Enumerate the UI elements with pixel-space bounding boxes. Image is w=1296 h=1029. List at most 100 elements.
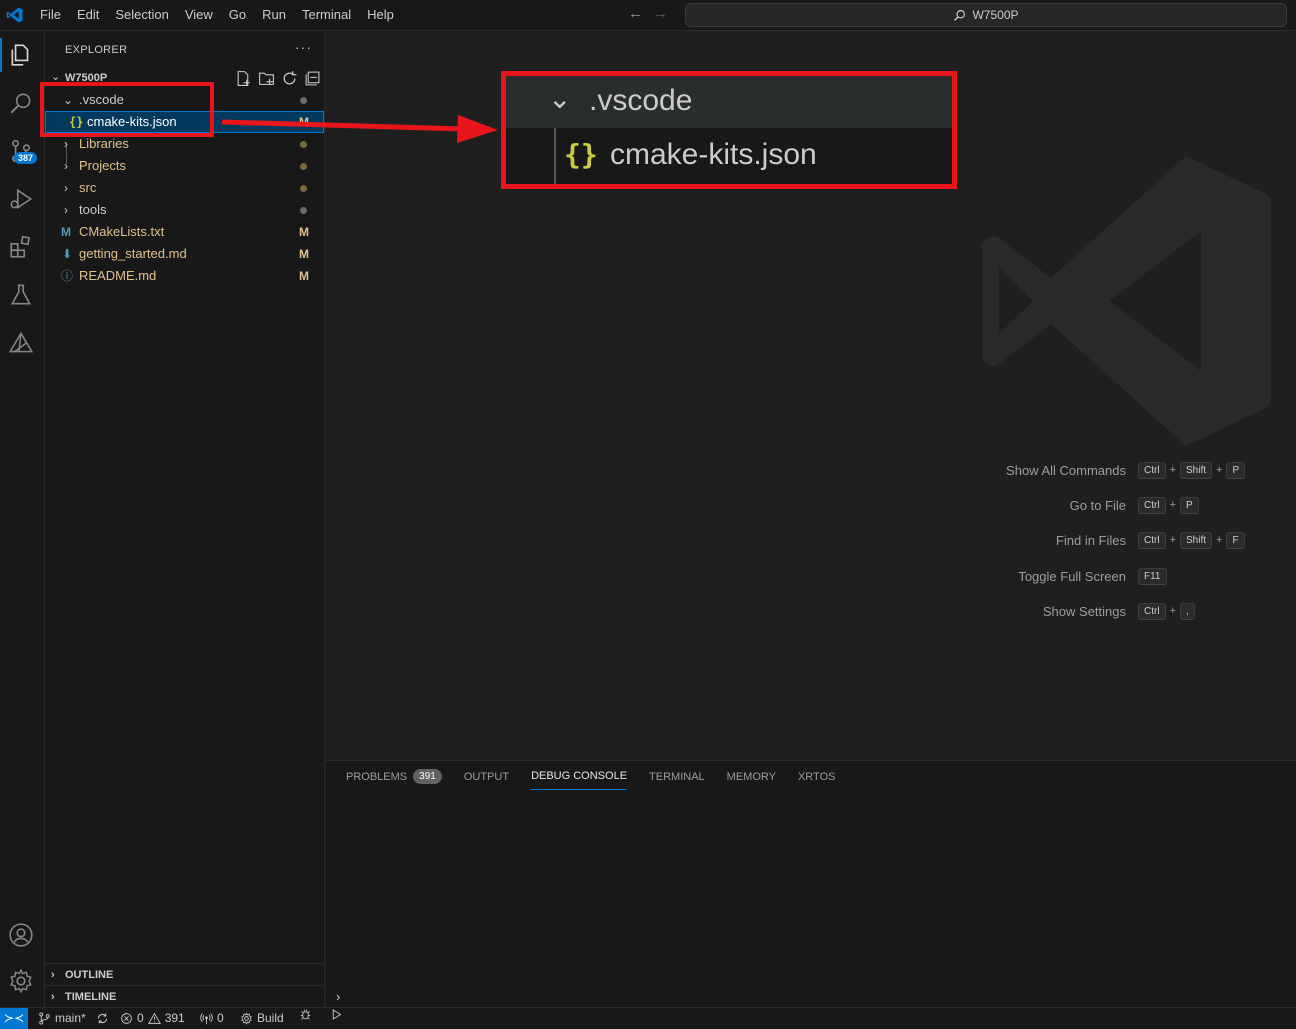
key-cap: Ctrl bbox=[1138, 461, 1166, 479]
refresh-icon[interactable] bbox=[281, 70, 298, 87]
menu-edit[interactable]: Edit bbox=[69, 0, 107, 30]
menu-run[interactable]: Run bbox=[254, 0, 294, 30]
key-cap: Shift bbox=[1180, 461, 1213, 479]
warning-icon bbox=[147, 1012, 161, 1024]
bug-icon bbox=[300, 1009, 311, 1020]
vscode-logo-icon bbox=[6, 7, 23, 23]
key-cap: Shift bbox=[1180, 531, 1213, 549]
key-cap: P bbox=[1180, 496, 1199, 514]
shortcut-label: Find in Files bbox=[1055, 532, 1126, 548]
explorer-icon[interactable] bbox=[0, 38, 36, 72]
build-label: Build bbox=[257, 1011, 284, 1025]
tree-item-label: getting_started.md bbox=[79, 246, 187, 261]
remote-indicator-icon[interactable]: ≻≺ bbox=[0, 1008, 28, 1029]
key-cap: Ctrl bbox=[1138, 496, 1166, 514]
collapse-all-icon[interactable] bbox=[304, 70, 321, 87]
command-center-text: W7500P bbox=[972, 8, 1019, 22]
ports-status[interactable]: 0 bbox=[200, 1008, 224, 1029]
shortcut-row: Toggle Full Screen F11 bbox=[886, 565, 1286, 587]
chevron-right-icon: › bbox=[64, 203, 68, 217]
new-folder-icon[interactable] bbox=[258, 70, 275, 87]
menu-help[interactable]: Help bbox=[359, 0, 402, 30]
tree-item-label: README.md bbox=[79, 268, 157, 283]
outline-section[interactable]: › OUTLINE bbox=[45, 963, 324, 986]
key-cap: P bbox=[1226, 461, 1246, 479]
problems-count-badge: 391 bbox=[413, 769, 442, 784]
forward-arrow-icon[interactable]: → bbox=[653, 5, 668, 22]
debug-console-prompt[interactable]: › bbox=[336, 989, 340, 1004]
search-icon bbox=[954, 9, 966, 21]
tree-folder-src[interactable]: › src bbox=[45, 177, 324, 199]
shortcut-row: Go to File Ctrl + P bbox=[886, 494, 1286, 516]
tab-problems[interactable]: PROBLEMS 391 bbox=[346, 769, 442, 790]
run-button[interactable] bbox=[330, 1008, 343, 1021]
explorer-sidebar: EXPLORER ··· ⌄ W7500P ⌄ .vscode {} cmake… bbox=[45, 31, 325, 1007]
shortcut-label: Show All Commands bbox=[1006, 462, 1126, 478]
callout-file-label: cmake-kits.json bbox=[610, 138, 817, 171]
tab-terminal[interactable]: TERMINAL bbox=[649, 769, 705, 790]
back-arrow-icon[interactable]: ← bbox=[628, 5, 643, 22]
run-debug-icon[interactable] bbox=[8, 186, 36, 214]
json-file-icon: {} bbox=[564, 138, 598, 171]
problems-status[interactable]: 0 391 bbox=[120, 1008, 185, 1029]
menu-selection[interactable]: Selection bbox=[107, 0, 176, 30]
tree-item-label: src bbox=[79, 180, 97, 195]
explorer-actions bbox=[235, 70, 321, 87]
chevron-down-icon: ⌄ bbox=[548, 82, 572, 115]
new-file-icon[interactable] bbox=[235, 70, 252, 87]
panel-tabs: PROBLEMS 391 OUTPUT DEBUG CONSOLE TERMIN… bbox=[346, 769, 835, 790]
testing-flask-icon[interactable] bbox=[8, 282, 36, 310]
menu-view[interactable]: View bbox=[177, 0, 221, 30]
key-cap: Ctrl bbox=[1138, 531, 1166, 549]
vscode-watermark-icon bbox=[982, 156, 1271, 446]
tree-folder-tools[interactable]: › tools bbox=[45, 199, 324, 221]
error-count: 0 bbox=[137, 1011, 144, 1025]
command-center-search[interactable]: W7500P bbox=[685, 3, 1287, 27]
modified-dot-icon bbox=[300, 207, 307, 214]
menu-file[interactable]: File bbox=[32, 0, 69, 30]
modified-badge: M bbox=[299, 225, 309, 239]
callout-file-row: {} cmake-kits.json bbox=[506, 128, 952, 184]
accounts-icon[interactable] bbox=[8, 922, 36, 950]
tree-file-getting-started[interactable]: ⬇ getting_started.md M bbox=[45, 243, 324, 265]
key-cap: Ctrl bbox=[1138, 602, 1166, 620]
status-bar: ≻≺ main* 0 391 0 Build bbox=[0, 1007, 1296, 1029]
annotation-arrow-icon bbox=[221, 115, 498, 143]
timeline-title: TIMELINE bbox=[65, 991, 117, 1003]
git-branch-icon bbox=[39, 1012, 50, 1025]
highlight-box bbox=[40, 82, 214, 137]
title-bar: File Edit Selection View Go Run Terminal… bbox=[0, 0, 1296, 31]
debug-button[interactable] bbox=[299, 1008, 312, 1021]
tab-xrtos[interactable]: XRTOS bbox=[798, 769, 836, 790]
tab-label: PROBLEMS bbox=[346, 770, 408, 783]
tab-debug-console[interactable]: DEBUG CONSOLE bbox=[531, 769, 628, 790]
tree-file-cmakelists[interactable]: M CMakeLists.txt M bbox=[45, 221, 324, 243]
markdown-file-icon: ⬇ bbox=[62, 247, 73, 261]
tree-item-label: Projects bbox=[79, 158, 126, 173]
activity-bar: 387 bbox=[0, 31, 45, 1007]
settings-gear-icon[interactable] bbox=[8, 968, 36, 996]
build-button[interactable]: Build bbox=[240, 1008, 284, 1029]
shortcut-row: Find in Files Ctrl + Shift + F bbox=[886, 529, 1286, 551]
menu-terminal[interactable]: Terminal bbox=[294, 0, 359, 30]
tab-memory[interactable]: MEMORY bbox=[727, 769, 776, 790]
shortcut-label: Go to File bbox=[1069, 497, 1126, 513]
tree-file-readme[interactable]: ⓘ README.md M bbox=[45, 265, 324, 287]
more-actions-icon[interactable]: ··· bbox=[295, 39, 312, 55]
menu-go[interactable]: Go bbox=[221, 0, 254, 30]
search-icon[interactable] bbox=[8, 90, 36, 118]
modified-dot-icon bbox=[300, 163, 307, 170]
tab-output[interactable]: OUTPUT bbox=[464, 769, 509, 790]
cmake-icon[interactable] bbox=[8, 330, 36, 358]
branch-status[interactable]: main* bbox=[38, 1008, 109, 1029]
indent-guide bbox=[554, 128, 556, 184]
bottom-panel: PROBLEMS 391 OUTPUT DEBUG CONSOLE TERMIN… bbox=[326, 760, 1296, 1008]
modified-badge: M bbox=[299, 247, 309, 261]
nav-arrows: ← → bbox=[628, 5, 668, 22]
broadcast-icon bbox=[200, 1013, 213, 1025]
ports-count: 0 bbox=[217, 1011, 224, 1025]
timeline-section[interactable]: › TIMELINE bbox=[45, 985, 324, 1008]
modified-dot-icon bbox=[300, 185, 307, 192]
extensions-icon[interactable] bbox=[8, 234, 36, 262]
cmake-file-icon: M bbox=[61, 225, 71, 239]
